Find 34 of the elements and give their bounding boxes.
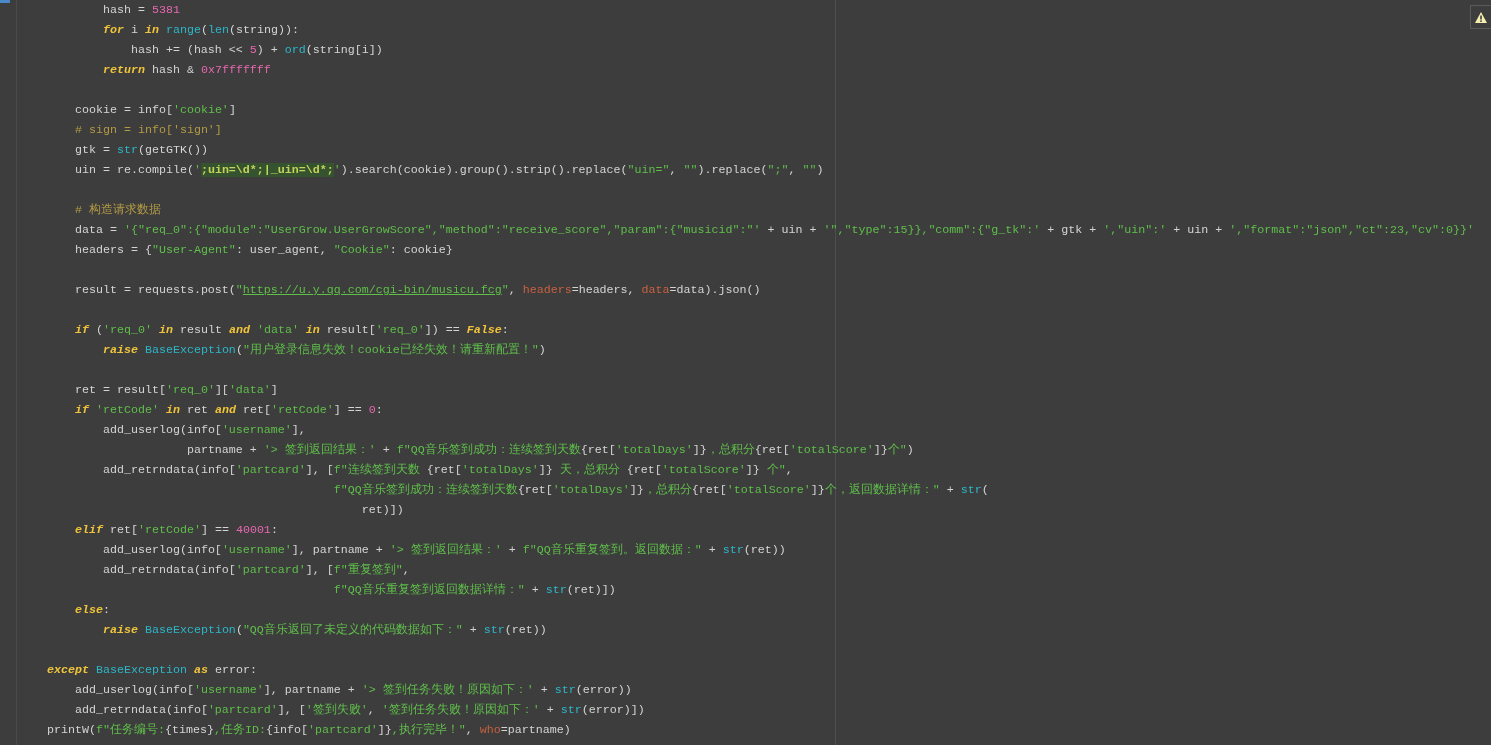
code-line: add_retrndata(info['partcard'], [f"连续签到天数 {ret['totalDays']} 天，总积分 {ret['totalScore']} 个",: [102, 462, 793, 479]
code-line: for i in range(len(string)):: [102, 22, 299, 39]
code-line: if ('req_0' in result and 'data' in result['req_0']) == False:: [74, 322, 509, 339]
inspection-widget[interactable]: [1470, 5, 1491, 29]
code-line: else:: [74, 602, 110, 619]
code-line: raise BaseException("QQ音乐返回了未定义的代码数据如下：" + str(ret)): [102, 622, 547, 639]
code-line: ret = result['req_0']['data']: [74, 382, 278, 399]
code-line: f"QQ音乐签到成功：连续签到天数{ret['totalDays']}，总积分{ret['totalScore']}个，返回数据详情：" + str(: [333, 482, 989, 499]
code-line: add_retrndata(info['partcard'], ['签到失败', '签到任务失败！原因如下：' + str(error)]): [74, 702, 645, 719]
code-line: hash = 5381: [102, 2, 180, 19]
code-line: gtk = str(getGTK()): [74, 142, 208, 159]
code-line: add_userlog(info['username'], partname + '> 签到返回结果：' + f"QQ音乐重复签到。返回数据：" + str(ret)): [102, 542, 786, 559]
code-line: partname + '> 签到返回结果：' + f"QQ音乐签到成功：连续签到天数{ret['totalDays']}，总积分{ret['totalScore']}个"): [186, 442, 914, 459]
code-line: cookie = info['cookie']: [74, 102, 236, 119]
code-line: # 构造请求数据: [74, 202, 161, 219]
code-line: uin = re.compile(';uin=\d*;|_uin=\d*;').search(cookie).group().strip().replace("uin=", "").replace(";", ""): [74, 162, 824, 179]
code-line: f"QQ音乐重复签到返回数据详情：" + str(ret)]): [333, 582, 616, 599]
code-line: add_retrndata(info['partcard'], [f"重复签到",: [102, 562, 410, 579]
code-line: ret)]): [361, 502, 404, 519]
code-line: except BaseException as error:: [47, 662, 257, 679]
code-line: result = requests.post("https://u.y.qq.com/cgi-bin/musicu.fcg", headers=headers, data=data).json(): [74, 282, 761, 299]
code-line: raise BaseException("用户登录信息失效！cookie已经失效！请重新配置！"): [102, 342, 546, 359]
code-line: add_userlog(info['username'], partname + '> 签到任务失败！原因如下：' + str(error)): [74, 682, 632, 699]
code-line: # sign = info['sign']: [74, 122, 222, 139]
code-line: add_userlog(info['username'],: [102, 422, 306, 439]
code-line: printW(f"任务编号:{times},任务ID:{info['partcard']},执行完毕！", who=partname): [47, 722, 571, 739]
code-line: hash += (hash << 5) + ord(string[i]): [130, 42, 383, 59]
code-line: headers = {"User-Agent": user_agent, "Cookie": cookie}: [74, 242, 453, 259]
scroll-marker: [0, 0, 10, 3]
warning-icon: [1475, 11, 1487, 23]
code-line: elif ret['retCode'] == 40001:: [74, 522, 278, 539]
code-line: if 'retCode' in ret and ret['retCode'] == 0:: [74, 402, 383, 419]
code-line: return hash & 0x7fffffff: [102, 62, 271, 79]
code-line: data = '{"req_0":{"module":"UserGrow.UserGrowScore","method":"receive_score","param":{"musicid":"' + uin + '","type":15}},"comm":{"g_tk":' + gtk + ',"uin":' + uin + ',"format":"json","ct":23,"cv":0}}': [74, 222, 1475, 239]
